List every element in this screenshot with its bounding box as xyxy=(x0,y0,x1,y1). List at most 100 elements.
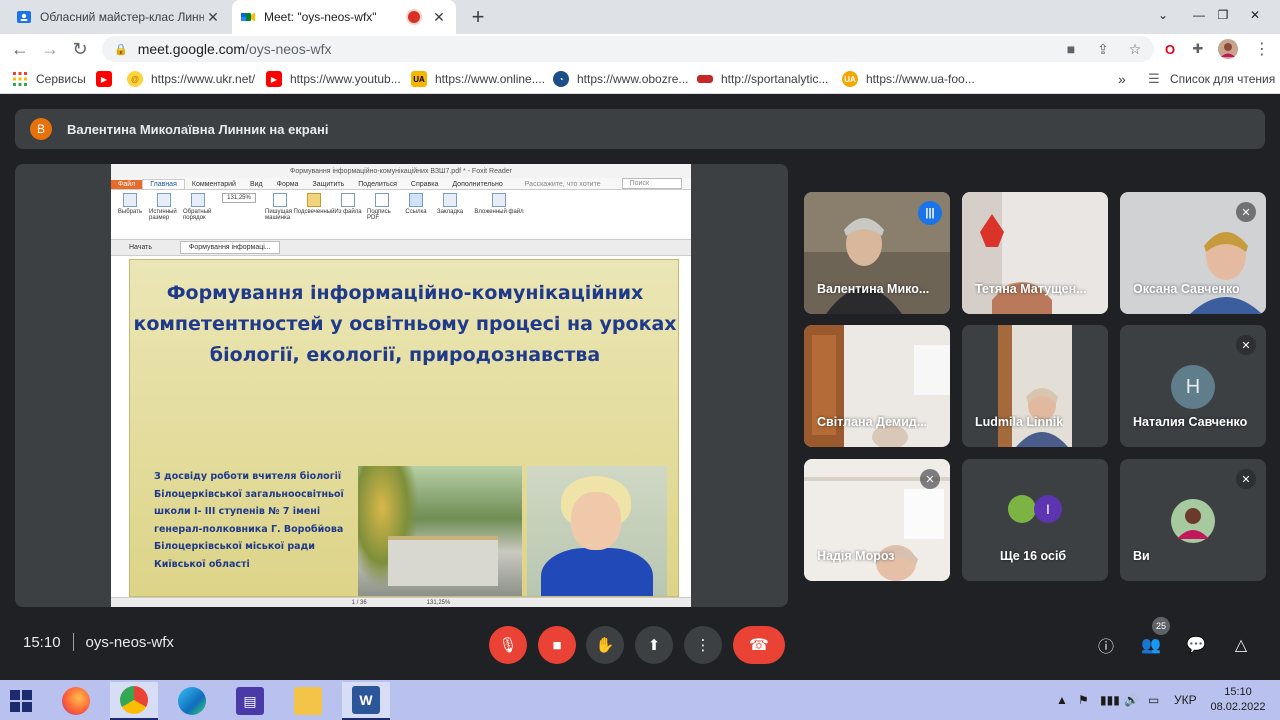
chat-button[interactable]: 💬 xyxy=(1183,632,1209,658)
firefox-icon xyxy=(62,687,90,715)
extensions-puzzle-icon[interactable]: ✚ xyxy=(1188,39,1208,59)
bookmark-obozrevatel[interactable]: ◔ https://www.obozre... xyxy=(553,70,688,88)
participant-name: Оксана Савченко xyxy=(1133,282,1240,296)
camera-toggle-button[interactable]: ■ xyxy=(538,626,576,664)
muted-mic-icon: ✕ xyxy=(1236,202,1256,222)
bookmark-services[interactable]: Сервисы xyxy=(12,70,86,88)
people-button[interactable]: 👥 xyxy=(1138,632,1164,658)
tab-meet[interactable]: Meet: "oys-neos-wfx" ✕ xyxy=(232,0,456,34)
bookmark-label: https://www.ua-foo... xyxy=(866,72,975,86)
new-tab-button[interactable]: + xyxy=(466,4,490,29)
taskbar-firefox[interactable] xyxy=(52,682,100,720)
foxit-zoom-box: 131,25% xyxy=(217,193,261,203)
tray-language[interactable]: УКР xyxy=(1174,680,1197,720)
taskbar-save-app[interactable]: ▤ xyxy=(226,682,274,720)
participant-avatar: Н xyxy=(1171,365,1215,409)
close-window-icon[interactable]: ✕ xyxy=(1240,0,1270,30)
tab-close-icon[interactable]: ✕ xyxy=(204,8,222,26)
reading-list-button[interactable]: ☰ Список для чтения xyxy=(1146,70,1275,88)
meeting-details-button[interactable]: ⓘ xyxy=(1093,632,1119,658)
more-options-button[interactable]: ⋮ xyxy=(684,626,722,664)
muted-mic-icon: ✕ xyxy=(1236,469,1256,489)
bookmark-youtube-2[interactable]: ▶ https://www.youtub... xyxy=(266,70,401,88)
bookmark-ukrnet[interactable]: @ https://www.ukr.net/ xyxy=(127,70,255,88)
tab-close-icon[interactable]: ✕ xyxy=(430,8,448,26)
participant-tile[interactable]: Н ✕ Наталия Савченко xyxy=(1120,325,1266,447)
foxit-window-title: Формування інформаційно-комунікаційних В… xyxy=(290,167,512,175)
bookmark-online[interactable]: UA https://www.online.... xyxy=(411,70,545,88)
shared-screen: Формування інформаційно-комунікаційних В… xyxy=(111,164,691,607)
participant-avatar: І xyxy=(1034,495,1062,523)
meeting-time: 15:10 xyxy=(23,633,61,651)
tray-volume-icon[interactable]: 🔊 xyxy=(1124,680,1139,720)
activities-button[interactable]: △ xyxy=(1228,632,1254,658)
participant-tile[interactable]: Ludmila Linnik xyxy=(962,325,1108,447)
mic-toggle-button[interactable]: 🎙 xyxy=(489,626,527,664)
tray-battery-icon[interactable]: ▭ xyxy=(1148,680,1159,720)
participant-name: Надія Мороз xyxy=(817,549,895,563)
ua-football-icon: UA xyxy=(842,71,858,87)
tray-overflow-icon[interactable]: ▲ xyxy=(1056,680,1068,720)
tray-clock[interactable]: 15:10 08.02.2022 xyxy=(1205,685,1271,715)
hang-up-icon: ☎ xyxy=(749,637,769,654)
foxit-btn-link: Ссылка xyxy=(401,193,431,215)
foxit-tab-file: Файл xyxy=(111,180,143,189)
self-tile[interactable]: ✕ Ви xyxy=(1120,459,1266,581)
folder-icon xyxy=(294,687,322,715)
bookmarks-bar: Сервисы ▶ @ https://www.ukr.net/ ▶ https… xyxy=(0,64,1280,94)
url-path: /oys-neos-wfx xyxy=(245,41,332,57)
bookmarks-overflow-button[interactable]: » xyxy=(1118,70,1126,88)
bookmark-star-icon[interactable]: ☆ xyxy=(1126,40,1144,58)
tray-time: 15:10 xyxy=(1224,686,1252,698)
minimize-icon[interactable]: — xyxy=(1186,0,1212,30)
tab-masterclass[interactable]: Обласний майстер-клас Линник ✕ xyxy=(8,0,230,34)
restore-icon[interactable]: ❐ xyxy=(1210,0,1236,30)
opera-extension-icon[interactable]: O xyxy=(1160,39,1180,59)
reading-list-label: Список для чтения xyxy=(1170,72,1276,86)
camera-permission-icon[interactable]: ■ xyxy=(1062,40,1080,58)
reload-icon[interactable]: ↻ xyxy=(68,37,92,61)
browser-menu-icon[interactable]: ⋮ xyxy=(1252,39,1272,59)
participant-tile[interactable]: Тетяна Матущен... xyxy=(962,192,1108,314)
participant-tile[interactable]: Світлана Демид... xyxy=(804,325,950,447)
lock-icon: 🔒 xyxy=(114,43,128,56)
taskbar-chrome[interactable] xyxy=(110,682,158,720)
taskbar-file-explorer[interactable] xyxy=(284,682,332,720)
tray-network-icon[interactable]: ▮▮▮ xyxy=(1100,680,1120,720)
bookmark-sportanalytic[interactable]: http://sportanalytic... xyxy=(697,70,828,88)
share-icon[interactable]: ⇪ xyxy=(1094,40,1112,58)
taskbar-edge[interactable] xyxy=(168,682,216,720)
presentation-stage[interactable]: Формування інформаційно-комунікаційних В… xyxy=(15,164,788,607)
bookmark-youtube-1[interactable]: ▶ xyxy=(96,70,120,88)
participant-tile[interactable]: ✕ Оксана Савченко xyxy=(1120,192,1266,314)
forward-arrow-icon[interactable]: → xyxy=(38,37,62,61)
foxit-btn-sign: Подпись PDF xyxy=(367,193,397,221)
chat-icon: 💬 xyxy=(1186,637,1206,654)
presenter-avatar: В xyxy=(30,118,52,140)
foxit-search-box: Поиск xyxy=(621,178,682,189)
more-participants-tile[interactable]: І Ще 16 осіб xyxy=(962,459,1108,581)
raise-hand-button[interactable]: ✋ xyxy=(586,626,624,664)
tab-title: Обласний майстер-клас Линник xyxy=(40,10,204,24)
back-arrow-icon[interactable]: ← xyxy=(8,37,32,61)
present-screen-button[interactable]: ⬆ xyxy=(635,626,673,664)
bookmark-ua-football[interactable]: UA https://www.ua-foo... xyxy=(842,70,975,88)
participant-tile[interactable]: ✕ Надія Мороз xyxy=(804,459,950,581)
start-windows-icon[interactable] xyxy=(10,690,32,712)
address-bar[interactable]: 🔒 meet.google.com/oys-neos-wfx ■ ⇪ ☆ xyxy=(102,36,1154,62)
profile-avatar[interactable] xyxy=(1218,39,1238,59)
foxit-tab-extra: Дополнительно xyxy=(452,181,503,188)
meeting-code: oys-neos-wfx xyxy=(85,633,174,651)
tray-pen-icon[interactable]: ⚑ xyxy=(1078,680,1089,720)
word-icon: W xyxy=(352,686,380,714)
chrome-icon xyxy=(120,686,148,714)
youtube-icon: ▶ xyxy=(96,71,112,87)
tab-title: Meet: "oys-neos-wfx" xyxy=(264,10,377,24)
tab-search-chevron-icon[interactable]: ⌄ xyxy=(1150,0,1176,30)
info-icon: ⓘ xyxy=(1097,639,1114,656)
camera-off-icon: ■ xyxy=(552,636,562,654)
participant-tile[interactable]: ||| Валентина Мико... xyxy=(804,192,950,314)
end-call-button[interactable]: ☎ xyxy=(733,626,785,664)
foxit-ribbon-tabs: Файл Главная Комментарий Вид Форма Защит… xyxy=(111,178,691,190)
taskbar-word[interactable]: W xyxy=(342,682,390,720)
